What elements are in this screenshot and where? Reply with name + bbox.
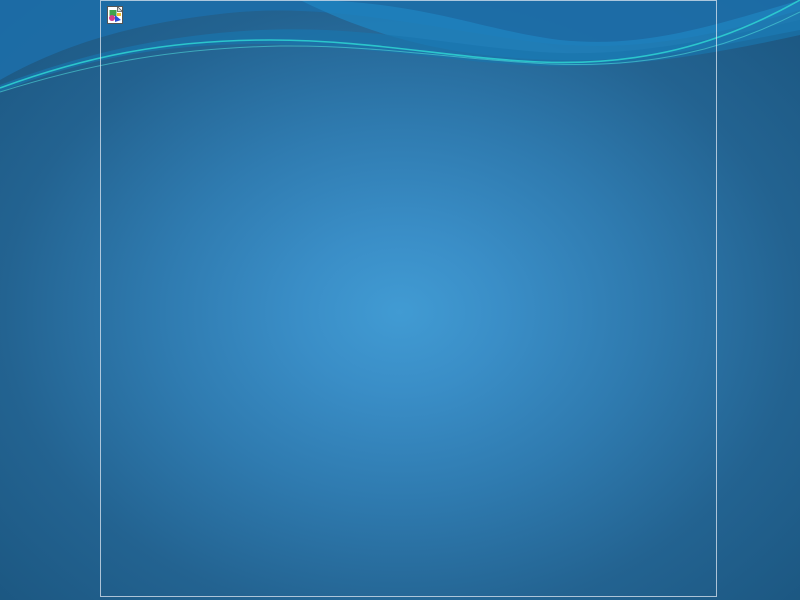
desktop[interactable] bbox=[0, 0, 800, 600]
image-file-icon[interactable] bbox=[106, 5, 126, 25]
window-outline bbox=[100, 0, 717, 597]
